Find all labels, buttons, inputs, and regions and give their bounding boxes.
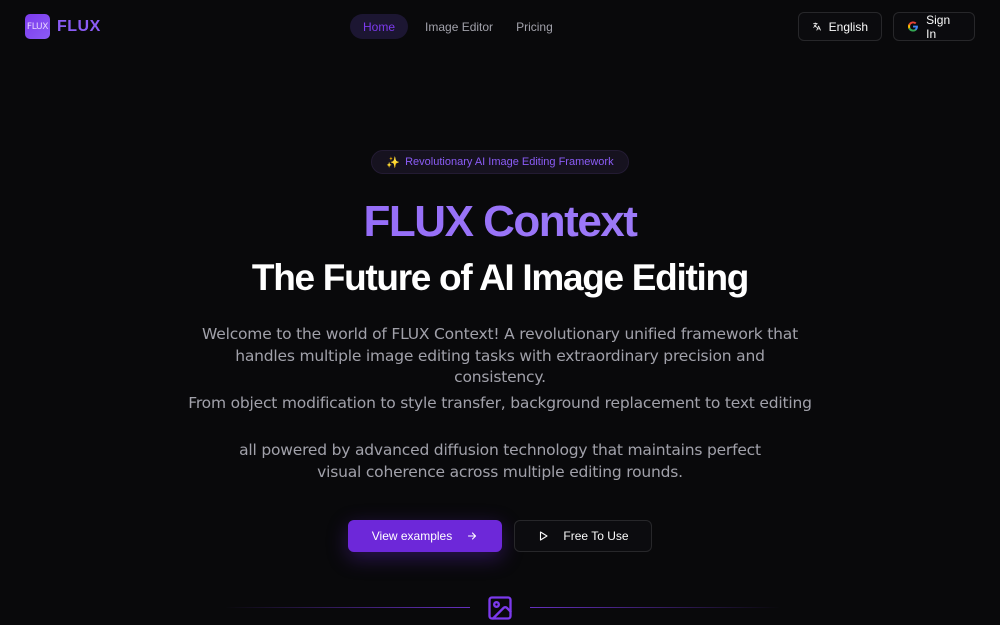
- main-nav: Home Image Editor Pricing: [350, 14, 559, 39]
- logo[interactable]: FLUX FLUX: [25, 14, 101, 39]
- view-examples-button[interactable]: View examples: [348, 520, 502, 552]
- hero-paragraph-3: all powered by advanced diffusion techno…: [239, 441, 761, 481]
- arrow-right-icon: [468, 532, 477, 540]
- sparkles-icon: ✨: [386, 156, 401, 169]
- nav-item-image-editor[interactable]: Image Editor: [412, 14, 506, 39]
- translate-icon: [813, 22, 821, 31]
- hero-subtitle: The Future of AI Image Editing: [251, 257, 749, 298]
- logo-text: FLUX: [57, 17, 101, 35]
- language-button[interactable]: English: [798, 12, 882, 41]
- hero-badge-text: Revolutionary AI Image Editing Framework: [405, 156, 614, 168]
- language-label: English: [828, 19, 868, 34]
- sign-in-button[interactable]: Sign In: [893, 12, 975, 41]
- nav-item-pricing[interactable]: Pricing: [510, 14, 559, 39]
- hero-paragraph-1: Welcome to the world of FLUX Context! A …: [202, 325, 798, 386]
- free-to-use-label: Free To Use: [563, 529, 629, 543]
- sign-in-label: Sign In: [926, 12, 951, 41]
- image-icon: [488, 596, 512, 620]
- play-icon: [540, 531, 548, 541]
- nav-item-home[interactable]: Home: [350, 14, 409, 39]
- free-to-use-button[interactable]: Free To Use: [514, 520, 652, 552]
- google-icon: [908, 21, 918, 32]
- hero-paragraph-2: From object modification to style transf…: [188, 394, 812, 412]
- logo-badge: FLUX: [25, 14, 50, 39]
- hero-title: FLUX Context: [0, 196, 1000, 248]
- view-examples-label: View examples: [371, 529, 453, 543]
- site-header: FLUX FLUX Home Image Editor Pricing Engl…: [0, 0, 1000, 54]
- divider-right: [530, 607, 780, 608]
- divider-left: [225, 607, 470, 608]
- hero-badge: ✨ Revolutionary AI Image Editing Framewo…: [371, 150, 629, 174]
